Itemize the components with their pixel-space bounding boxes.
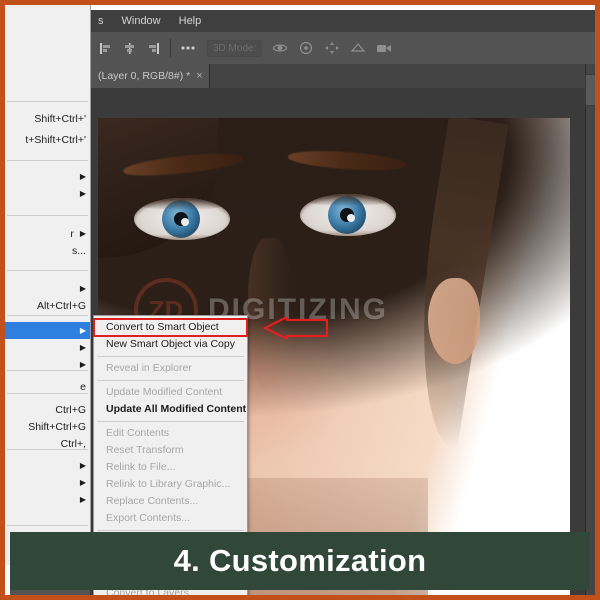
submenu-item-update-modified-content[interactable]: Update Modified Content <box>94 384 247 401</box>
menu-item-submenu[interactable]: ▶ <box>5 474 90 491</box>
chevron-right-icon: ▶ <box>79 360 86 369</box>
layer-menu-panel[interactable]: Shift+Ctrl+' t+Shift+Ctrl+' ▶ ▶ r ▶ s... … <box>5 5 91 565</box>
menu-item-submenu[interactable]: ▶ <box>5 185 90 202</box>
menu-item-shortcut[interactable]: Ctrl+, <box>5 435 90 452</box>
align-right-icon[interactable] <box>142 37 164 59</box>
menu-item-shortcut[interactable]: Alt+Ctrl+G <box>5 297 90 314</box>
submenu-item-new-smart-object-via-copy[interactable]: New Smart Object via Copy <box>94 336 247 353</box>
menu-item-help[interactable]: Help <box>179 15 202 27</box>
menu-item-label: Ctrl+, <box>60 437 86 450</box>
menu-item-label: Ctrl+G <box>55 403 86 416</box>
document-tab-bar[interactable]: (Layer 0, RGB/8#) * × <box>90 64 595 89</box>
section-banner: 4. Customization <box>10 532 590 590</box>
chevron-right-icon: ▶ <box>79 461 86 470</box>
slide-3d-icon[interactable] <box>346 37 370 59</box>
submenu-item-reveal-in-explorer[interactable]: Reveal in Explorer <box>94 360 247 377</box>
menu-item-submenu[interactable]: ▶ <box>5 168 90 185</box>
submenu-separator <box>97 530 244 531</box>
pan-3d-icon[interactable] <box>320 37 344 59</box>
chevron-right-icon: ▶ <box>79 478 86 487</box>
chevron-right-icon: ▶ <box>79 189 86 198</box>
menu-item-label: Shift+Ctrl+' <box>34 112 86 125</box>
menu-item-smart-objects[interactable]: ▶ <box>5 322 90 339</box>
eye-glint-left <box>181 218 189 226</box>
menu-item-submenu[interactable]: ▶ <box>5 280 90 297</box>
camera-3d-icon[interactable] <box>372 37 396 59</box>
menu-item-label: s... <box>71 244 86 257</box>
submenu-item-replace-contents[interactable]: Replace Contents... <box>94 493 247 510</box>
menu-item-s[interactable]: s <box>98 15 104 27</box>
orbit-3d-icon[interactable] <box>268 37 292 59</box>
document-tab[interactable]: (Layer 0, RGB/8#) * × <box>90 64 210 88</box>
roll-3d-icon[interactable] <box>294 37 318 59</box>
submenu-separator <box>97 380 244 381</box>
pupil-left <box>174 212 189 226</box>
menu-item-label: e <box>80 380 86 393</box>
menu-item-submenu[interactable]: ▶ <box>5 457 90 474</box>
submenu-item-relink-to-file[interactable]: Relink to File... <box>94 459 247 476</box>
menu-item-shortcut[interactable]: t+Shift+Ctrl+' <box>5 131 90 148</box>
banner-title: 4. Customization <box>173 543 427 578</box>
submenu-item-update-all-modified-content[interactable]: Update All Modified Content <box>94 401 247 418</box>
submenu-separator <box>97 356 244 357</box>
options-bar[interactable]: 3D Mode: <box>90 32 595 65</box>
menu-separator <box>7 525 88 526</box>
eye-left <box>134 198 230 240</box>
menu-separator <box>7 315 88 316</box>
pupil-right <box>340 208 355 222</box>
eyelash-upper-left <box>134 198 230 210</box>
menu-item[interactable]: e <box>5 378 90 395</box>
close-icon[interactable]: × <box>196 70 202 82</box>
submenu-item-edit-contents[interactable]: Edit Contents <box>94 425 247 442</box>
eyelash-lower-right <box>300 230 396 236</box>
eyelash-lower-left <box>134 234 230 240</box>
dock-expand-button[interactable] <box>585 74 595 106</box>
menu-separator <box>7 101 88 102</box>
align-left-icon[interactable] <box>94 37 116 59</box>
menu-item-shortcut[interactable]: Shift+Ctrl+' <box>5 110 90 127</box>
document-tab-title: (Layer 0, RGB/8#) * <box>98 70 191 82</box>
red-pointer-arrow <box>262 317 329 339</box>
menu-item-submenu[interactable]: ▶ <box>5 356 90 373</box>
toolbar-divider <box>170 39 171 57</box>
ear <box>428 278 480 364</box>
menu-item-label: Shift+Ctrl+G <box>28 420 86 433</box>
chevron-right-icon: ▶ <box>79 229 86 238</box>
menu-item-submenu[interactable]: ▶ <box>5 339 90 356</box>
chevron-right-icon: ▶ <box>79 343 86 352</box>
align-center-icon[interactable] <box>118 37 140 59</box>
chevron-right-icon: ▶ <box>79 284 86 293</box>
menu-separator <box>7 160 88 161</box>
eye-right <box>300 194 396 236</box>
menu-item-label: t+Shift+Ctrl+' <box>25 133 86 146</box>
eyelash-upper-right <box>300 194 396 206</box>
menu-item[interactable]: s... <box>5 242 90 259</box>
menu-item-label: r <box>70 227 74 240</box>
menu-bar[interactable]: s Window Help <box>90 10 595 32</box>
screenshot-frame: s Window Help 3D Mode: (Layer 0, RGB/8#)… <box>0 0 600 600</box>
submenu-item-reset-transform[interactable]: Reset Transform <box>94 442 247 459</box>
chevron-right-icon: ▶ <box>79 495 86 504</box>
menu-separator <box>7 215 88 216</box>
chevron-right-icon: ▶ <box>79 326 86 335</box>
menu-item-submenu[interactable]: ▶ <box>5 491 90 508</box>
menu-item-window[interactable]: Window <box>122 15 161 27</box>
3d-mode-label: 3D Mode: <box>207 39 263 57</box>
menu-item-submenu[interactable]: r ▶ <box>5 225 90 242</box>
menu-item-label: Alt+Ctrl+G <box>36 299 86 312</box>
submenu-item-export-contents[interactable]: Export Contents... <box>94 510 247 527</box>
menu-item-shortcut[interactable]: Ctrl+G <box>5 401 90 418</box>
menu-separator <box>7 270 88 271</box>
submenu-separator <box>97 421 244 422</box>
more-options-icon[interactable] <box>177 37 199 59</box>
submenu-item-relink-to-library-graphic[interactable]: Relink to Library Graphic... <box>94 476 247 493</box>
right-dock[interactable] <box>585 64 595 595</box>
submenu-item-convert-to-smart-object[interactable]: Convert to Smart Object <box>93 318 248 337</box>
chevron-right-icon: ▶ <box>79 172 86 181</box>
eye-glint-right <box>347 214 355 222</box>
menu-item-shortcut[interactable]: Shift+Ctrl+G <box>5 418 90 435</box>
